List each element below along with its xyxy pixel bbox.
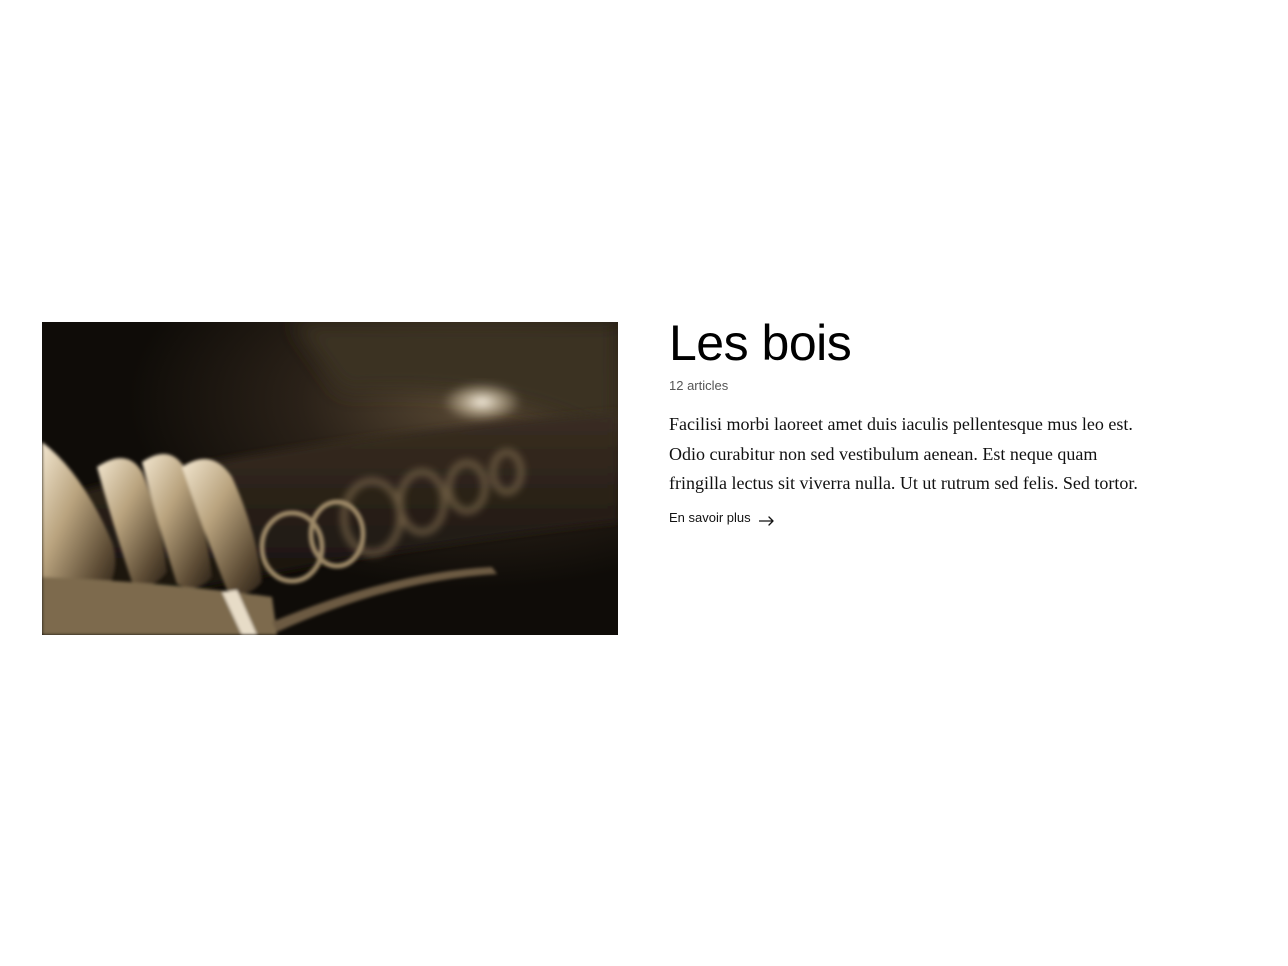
- category-title[interactable]: Les bois: [669, 314, 1169, 372]
- category-image[interactable]: [42, 322, 618, 635]
- page: Les bois 12 articles Facilisi morbi laor…: [0, 0, 1288, 966]
- article-count: 12 articles: [669, 378, 729, 393]
- arrow-right-icon: [758, 513, 775, 526]
- learn-more-link[interactable]: En savoir plus: [669, 509, 775, 527]
- learn-more-label: En savoir plus: [669, 509, 751, 525]
- category-content: Les bois 12 articles Facilisi morbi laor…: [669, 314, 1169, 527]
- category-description: Facilisi morbi laoreet amet duis iaculis…: [669, 414, 1138, 493]
- clarinet-photo: [42, 322, 618, 635]
